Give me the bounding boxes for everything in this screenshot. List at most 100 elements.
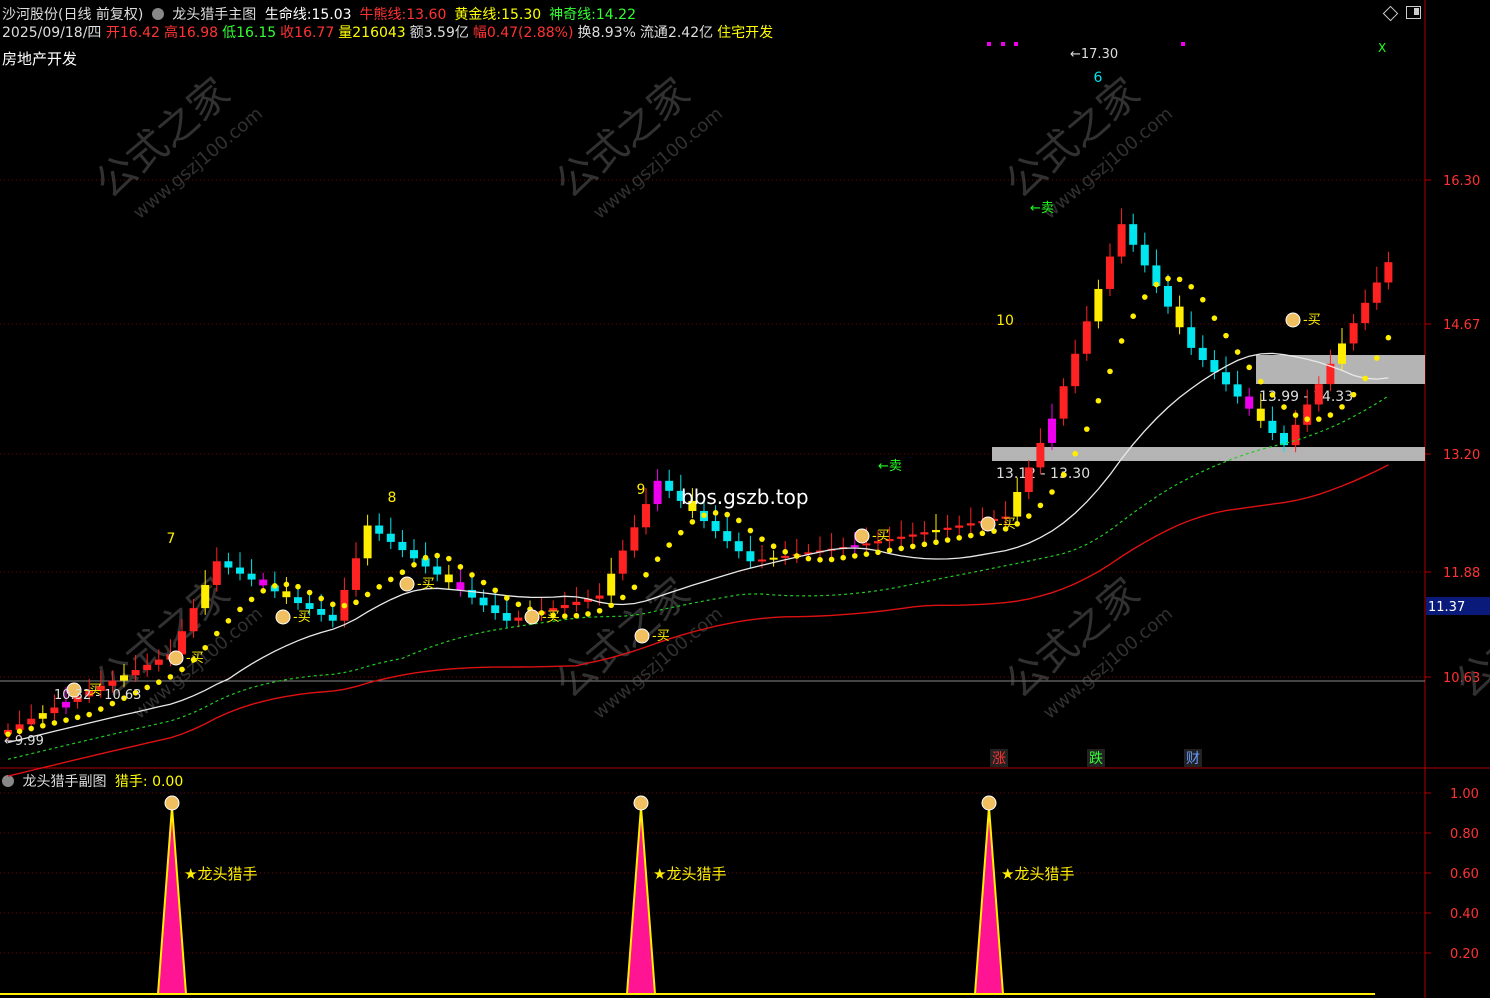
candle-body: [502, 613, 511, 621]
money-bag-icon: [634, 628, 650, 644]
sub-tick-label: 0.20: [1450, 947, 1479, 962]
golden-dot: [318, 595, 325, 602]
price-tick-label: 13.20: [1443, 448, 1480, 463]
bottom-tag: 涨: [992, 751, 1006, 767]
current-price-label: 11.37: [1428, 600, 1465, 615]
golden-dot: [202, 644, 208, 651]
golden-dot: [167, 674, 174, 680]
watermark: 公式之家www.gszj100.com: [997, 570, 1177, 724]
golden-dot: [886, 547, 893, 554]
candle-body: [1372, 282, 1381, 303]
golden-dot: [678, 529, 684, 536]
golden-dot: [446, 555, 452, 562]
candle-body: [1198, 347, 1207, 361]
golden-dot: [689, 519, 696, 525]
golden-dot: [28, 725, 34, 732]
candle-body: [1210, 360, 1219, 373]
golden-dot: [1060, 471, 1067, 478]
golden-dot: [724, 511, 730, 518]
life-line: [7, 352, 1389, 744]
candle-body: [305, 603, 314, 609]
price-tick-label: 11.88: [1443, 566, 1480, 581]
candle-body: [908, 534, 917, 537]
candle-body: [769, 557, 778, 560]
candle-body: [1140, 244, 1149, 266]
money-bag-icon: [399, 576, 415, 592]
golden-dot: [295, 583, 301, 590]
golden-dot: [341, 602, 348, 609]
candle-body: [1106, 256, 1114, 289]
candle-body: [178, 631, 186, 655]
golden-dot: [504, 595, 510, 601]
candle-body: [746, 551, 755, 562]
candle-body: [212, 561, 221, 586]
golden-dot: [666, 542, 672, 548]
candle-body: [50, 707, 59, 714]
golden-dot: [875, 549, 881, 556]
signal-label: ★龙头猎手: [653, 865, 726, 883]
count-marker: 7: [167, 531, 176, 547]
golden-dot: [596, 607, 603, 614]
buy-marker: -买: [293, 610, 311, 625]
svg-text:公式之家: 公式之家: [1447, 570, 1490, 708]
golden-dot: [712, 510, 719, 516]
count-marker: 10: [996, 313, 1014, 329]
sub-tick-label: 1.00: [1450, 787, 1479, 802]
candle-body: [282, 591, 291, 598]
golden-dot: [214, 630, 220, 637]
golden-dot: [1385, 334, 1392, 341]
golden-dot: [1281, 404, 1287, 410]
golden-dot: [515, 601, 522, 608]
golden-dot: [921, 541, 928, 548]
price-tick-label: 14.67: [1443, 318, 1480, 333]
signal-label: ★龙头猎手: [184, 865, 257, 883]
candle-body: [781, 555, 790, 558]
money-bag-icon: [633, 795, 649, 811]
golden-dot: [585, 611, 591, 617]
candle-body: [259, 579, 268, 586]
golden-dot: [40, 722, 46, 729]
golden-dot: [1374, 355, 1380, 361]
golden-dot: [1350, 391, 1357, 398]
money-bag-icon: [980, 516, 996, 532]
zone-1-label: 13.12 - 13.30: [996, 466, 1090, 482]
candle-body: [955, 525, 964, 528]
golden-dot: [353, 599, 359, 606]
candle-body: [1164, 286, 1172, 307]
golden-dot: [944, 537, 951, 543]
candle-body: [932, 529, 940, 533]
golden-dot: [492, 587, 499, 594]
golden-dot: [1211, 315, 1218, 321]
candle-body: [189, 608, 198, 632]
candle-body: [247, 573, 256, 580]
golden-dot: [388, 576, 394, 583]
candle-body: [514, 617, 523, 621]
sell-marker: ←卖: [878, 459, 902, 474]
signal-dot: [1001, 42, 1005, 46]
buy-marker: -买: [872, 529, 890, 544]
golden-dot: [1037, 502, 1044, 509]
buy-marker: -买: [186, 651, 204, 666]
golden-dot: [1234, 349, 1241, 355]
golden-dot: [74, 714, 81, 721]
golden-dot: [283, 581, 290, 588]
golden-dot: [434, 552, 441, 559]
candle-body: [560, 604, 569, 609]
kline-chart[interactable]: 16.3014.6713.2011.8810.6311.371.000.800.…: [0, 0, 1490, 998]
golden-dot: [573, 612, 580, 619]
signal-label: ★龙头猎手: [1001, 865, 1074, 883]
signal-dot: [1181, 42, 1185, 46]
candle-body: [1094, 288, 1103, 322]
signal-dot: [987, 42, 991, 46]
candle-body: [120, 675, 128, 681]
golden-dot: [747, 527, 754, 534]
golden-dot: [794, 553, 800, 559]
golden-dot: [179, 666, 185, 673]
golden-dot: [979, 530, 986, 537]
candle-body: [456, 582, 465, 590]
candle-body: [491, 605, 500, 614]
candle-body: [131, 670, 140, 676]
golden-dot: [805, 555, 812, 562]
candle-body: [943, 527, 952, 530]
golden-dot: [86, 711, 92, 718]
